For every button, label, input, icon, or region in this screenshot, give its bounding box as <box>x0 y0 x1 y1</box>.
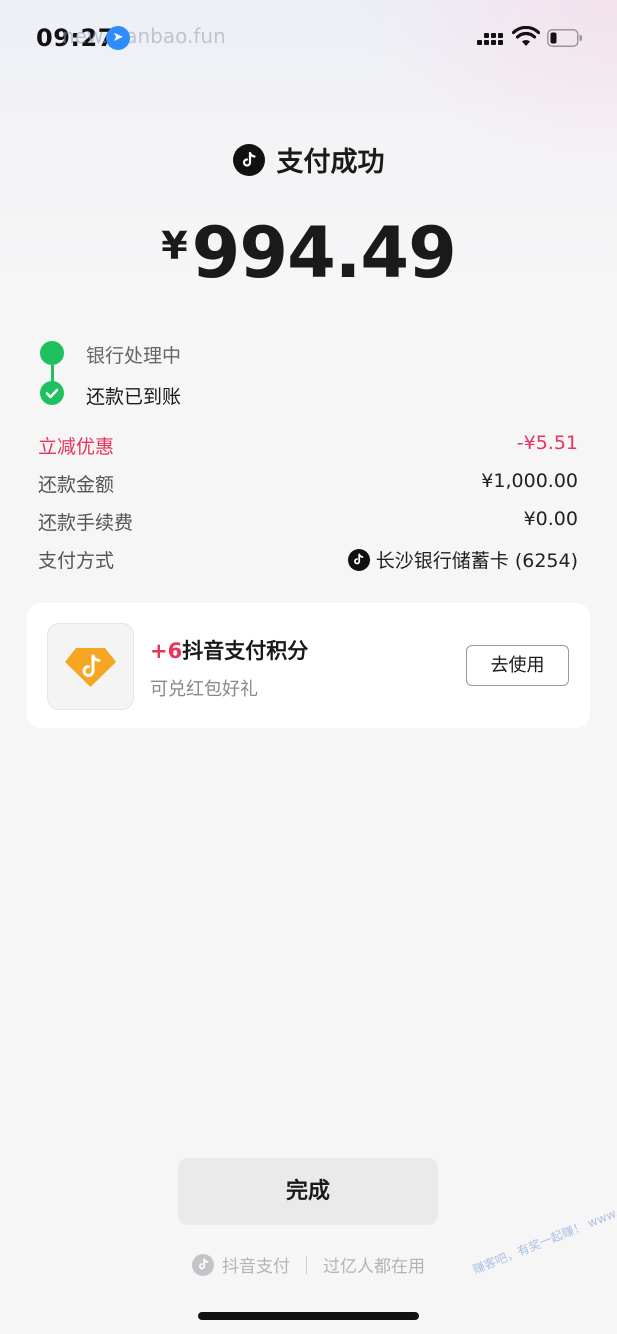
battery-icon <box>547 29 582 47</box>
status-bar: 09:27 new.xianbao.fun ➤ <box>0 0 617 80</box>
status-watermark: new.xianbao.fun <box>62 24 226 48</box>
detail-row-discount: 立减优惠 -¥5.51 <box>38 428 578 466</box>
location-icon: ➤ <box>106 26 130 50</box>
use-points-button[interactable]: 去使用 <box>466 645 569 686</box>
payment-header: 支付成功 <box>0 140 617 190</box>
detail-value-method: 长沙银行储蓄卡 (6254) <box>347 546 578 573</box>
footer-divider <box>306 1255 307 1274</box>
douyin-logo-icon <box>192 1253 214 1276</box>
page-title: 支付成功 <box>276 147 385 178</box>
detail-value: -¥5.51 <box>516 432 578 454</box>
step-label-arrived: 还款已到账 <box>86 386 182 408</box>
detail-label: 立减优惠 <box>38 436 115 458</box>
payment-method-text: 长沙银行储蓄卡 (6254) <box>375 550 578 572</box>
detail-row-amount: 还款金额 ¥1,000.00 <box>38 466 578 504</box>
points-title: +6抖音支付积分 <box>150 635 308 665</box>
done-button[interactable]: 完成 <box>178 1158 438 1225</box>
detail-value: ¥0.00 <box>523 508 578 530</box>
douyin-logo-icon <box>347 548 370 571</box>
detail-label: 还款金额 <box>38 474 115 496</box>
douyin-logo-icon <box>232 143 265 176</box>
wifi-icon <box>512 26 540 46</box>
payment-details: 立减优惠 -¥5.51 还款金额 ¥1,000.00 还款手续费 ¥0.00 支… <box>38 428 578 580</box>
home-indicator <box>198 1312 419 1320</box>
points-subtitle: 可兑红包好礼 <box>150 679 258 700</box>
step-dot-processing <box>40 341 64 365</box>
footer-slogan: 过亿人都在用 <box>323 1257 425 1277</box>
points-plus: +6 <box>150 639 183 663</box>
cell-signal-icon <box>477 30 503 48</box>
footer-brand-name: 抖音支付 <box>222 1257 290 1277</box>
step-label-processing: 银行处理中 <box>86 345 182 367</box>
detail-value: ¥1,000.00 <box>481 470 578 492</box>
check-icon <box>40 381 64 405</box>
detail-row-method: 支付方式 长沙银行储蓄卡 (6254) <box>38 542 578 580</box>
points-name: 抖音支付积分 <box>182 639 309 663</box>
paid-amount: ¥994.49 <box>0 212 617 294</box>
detail-label: 还款手续费 <box>38 512 134 534</box>
detail-row-fee: 还款手续费 ¥0.00 <box>38 504 578 542</box>
detail-label: 支付方式 <box>38 550 115 572</box>
repayment-progress: 银行处理中 还款已到账 <box>38 338 598 418</box>
currency-symbol: ¥ <box>161 224 188 268</box>
diamond-badge-icon <box>47 623 134 710</box>
amount-value: 994.49 <box>191 212 457 294</box>
points-card[interactable]: +6抖音支付积分 可兑红包好礼 去使用 <box>27 603 590 728</box>
